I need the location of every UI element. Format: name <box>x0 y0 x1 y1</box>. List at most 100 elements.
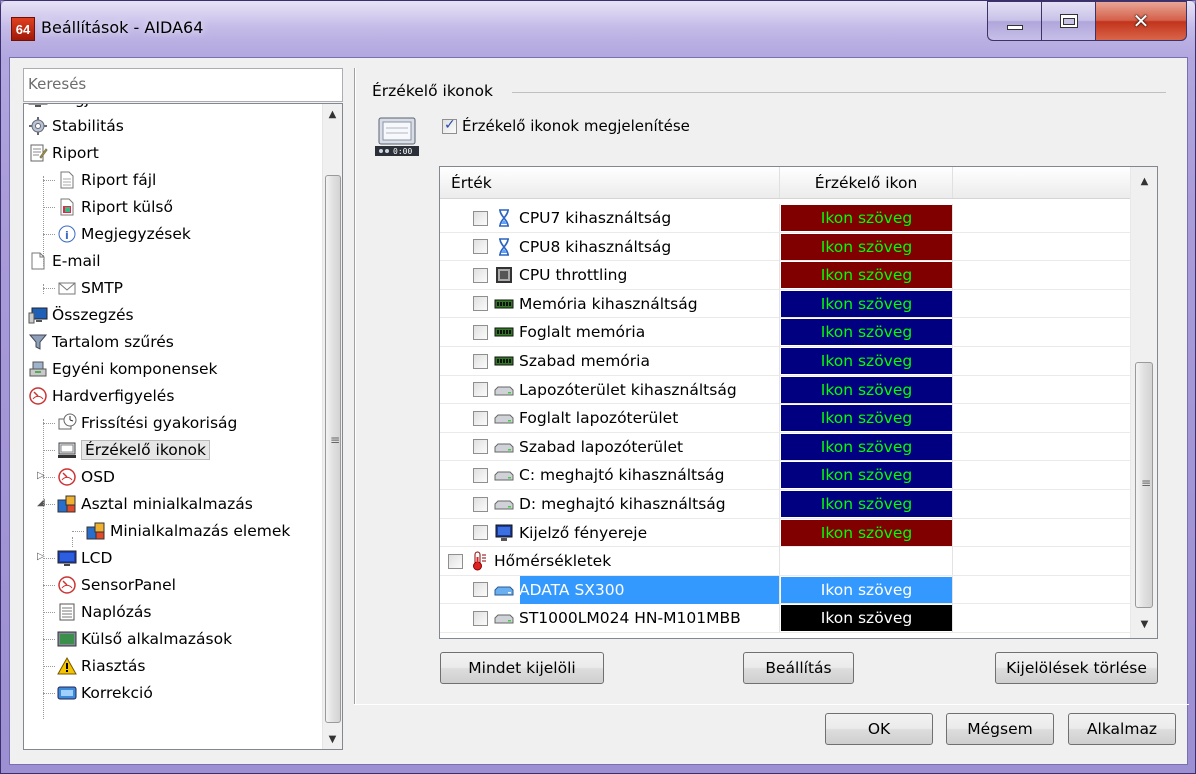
sensor-row[interactable]: Kijelző fényereje Ikon szöveg <box>440 518 1130 548</box>
tree-item-12[interactable]: Hardverfigyelés <box>28 384 174 408</box>
row-checkbox[interactable] <box>473 353 488 369</box>
row-checkbox[interactable] <box>473 382 488 398</box>
tree-item-18[interactable]: LCD <box>57 546 112 570</box>
close-button[interactable]: ✕ <box>1095 1 1187 41</box>
tree-item-15[interactable]: OSD <box>57 465 115 489</box>
sensor-icon-preview[interactable]: Ikon szöveg <box>781 290 952 317</box>
sensor-row[interactable]: CPU8 kihasználtság Ikon szöveg <box>440 232 1130 262</box>
grid-scroll-thumb[interactable]: ≡ <box>1135 362 1153 608</box>
tree-item-8[interactable]: SMTP <box>57 276 123 300</box>
cancel-button[interactable]: Mégsem <box>946 713 1054 745</box>
sensor-row[interactable]: D: meghajtó kihasználtság Ikon szöveg <box>440 490 1130 519</box>
tree-item-1[interactable]: Megjelenés <box>28 104 140 111</box>
sensor-icon-preview[interactable]: Ikon szöveg <box>781 462 952 489</box>
show-sensor-icons-checkbox[interactable]: Érzékelő ikonok megjelenítése <box>442 117 690 135</box>
settings-tree: ▲ ≡ ▼ Megjelenés Stabilitás Riport Riport f… <box>23 103 343 750</box>
sensor-row[interactable]: Foglalt memória Ikon szöveg <box>440 318 1130 347</box>
column-header-value[interactable]: Érték <box>440 167 780 198</box>
column-header-sensor-icon[interactable]: Érzékelő ikon <box>780 167 953 198</box>
tree-item-label: Stabilitás <box>52 117 124 135</box>
row-checkbox[interactable] <box>473 467 488 483</box>
sensor-row[interactable]: Lapozóterület kihasználtság Ikon szöveg <box>440 375 1130 405</box>
tree-item-7[interactable]: E-mail <box>28 249 101 273</box>
sensor-icon-preview[interactable]: Ikon szöveg <box>781 433 952 460</box>
row-checkbox[interactable] <box>473 239 488 255</box>
scroll-up-icon[interactable]: ▲ <box>323 104 342 124</box>
row-checkbox[interactable] <box>448 553 463 569</box>
sensor-icon-preview[interactable]: Ikon szöveg <box>781 233 952 260</box>
row-checkbox[interactable] <box>473 324 488 340</box>
ok-button[interactable]: OK <box>825 713 933 745</box>
tree-item-23[interactable]: Korrekció <box>57 681 153 705</box>
tree-item-2[interactable]: Stabilitás <box>28 114 124 138</box>
scroll-down-icon[interactable]: ▼ <box>323 729 342 749</box>
sensor-icon-preview[interactable]: Ikon szöveg <box>781 262 952 289</box>
sensor-icon-preview[interactable]: Ikon szöveg <box>781 605 952 632</box>
row-label: CPU throttling <box>519 266 628 285</box>
show-sensor-icons-check[interactable] <box>442 117 457 134</box>
row-checkbox[interactable] <box>473 210 488 226</box>
tree-item-label: OSD <box>81 468 115 486</box>
row-checkbox[interactable] <box>473 610 488 626</box>
sensor-icon-preview[interactable]: Ikon szöveg <box>781 491 952 517</box>
tree-item-22[interactable]: Riasztás <box>57 654 145 678</box>
sensor-row[interactable]: CPU throttling Ikon szöveg <box>440 261 1130 290</box>
tree-item-5[interactable]: Riport külső <box>57 195 173 219</box>
tree-item-11[interactable]: Egyéni komponensek <box>28 357 218 381</box>
tree-item-17[interactable]: Minialkalmazás elemek <box>86 519 290 543</box>
sensor-row[interactable]: Szabad lapozóterület Ikon szöveg <box>440 432 1130 462</box>
tree-scroll-thumb[interactable]: ≡ <box>325 175 341 723</box>
sensor-row[interactable]: Foglalt lapozóterület Ikon szöveg <box>440 404 1130 433</box>
grid-scroll-up-icon[interactable]: ▲ <box>1135 171 1154 191</box>
tree-item-10[interactable]: Tartalom szűrés <box>28 330 174 354</box>
tree-item-6[interactable]: i Megjegyzések <box>57 222 191 246</box>
tree-item-19[interactable]: SensorPanel <box>57 573 176 597</box>
grid-scrollbar[interactable]: ▲ ≡ ▼ <box>1130 167 1157 638</box>
tree-item-label: Összegzés <box>52 306 134 324</box>
tree-item-13[interactable]: Frissítési gyakoriság <box>57 411 237 435</box>
tree-item-9[interactable]: Összegzés <box>28 303 134 327</box>
sensor-row[interactable]: ST1000LM024 HN-M101MBB Ikon szöveg <box>440 604 1130 633</box>
sensor-icon-preview[interactable]: Ikon szöveg <box>781 348 952 374</box>
row-checkbox[interactable] <box>473 525 488 541</box>
select-all-button[interactable]: Mindet kijelöli <box>440 652 604 684</box>
tree-item-4[interactable]: Riport fájl <box>57 168 156 192</box>
sensor-icon-preview[interactable]: Ikon szöveg <box>781 405 952 432</box>
tree-item-3[interactable]: Riport <box>28 141 99 165</box>
grid-scroll-down-icon[interactable]: ▼ <box>1135 614 1154 634</box>
sensor-row[interactable]: Memória kihasználtság Ikon szöveg <box>440 289 1130 319</box>
row-label: CPU7 kihasználtság <box>519 209 672 227</box>
row-checkbox[interactable] <box>473 410 488 426</box>
sensor-row[interactable]: Szabad memória Ikon szöveg <box>440 347 1130 376</box>
tree-item-21[interactable]: Külső alkalmazások <box>57 627 232 651</box>
settings-button[interactable]: Beállítás <box>743 652 854 684</box>
maximize-button[interactable] <box>1041 1 1095 41</box>
tree-item-14[interactable]: Érzékelő ikonok <box>57 438 211 462</box>
sensor-icon-preview[interactable]: Ikon szöveg <box>781 519 952 546</box>
row-checkbox[interactable] <box>473 439 488 455</box>
row-checkbox[interactable] <box>473 267 488 283</box>
sensor-row[interactable]: ADATA SX300 Ikon szöveg <box>440 575 1130 605</box>
minimize-button[interactable] <box>987 1 1041 41</box>
row-checkbox[interactable] <box>473 496 488 512</box>
row-name-cell: CPU throttling <box>473 261 627 289</box>
search-input[interactable]: Keresés <box>23 68 343 102</box>
sensor-icon-preview[interactable]: Ikon szöveg <box>781 376 952 403</box>
tree-item-16[interactable]: Asztal minialkalmazás <box>57 492 253 516</box>
apply-button[interactable]: Alkalmaz <box>1068 713 1176 745</box>
sensor-row[interactable]: C: meghajtó kihasználtság Ikon szöveg <box>440 461 1130 490</box>
tree-item-20[interactable]: Naplózás <box>57 600 151 624</box>
group-row[interactable]: Hőmérsékletek <box>440 547 1130 576</box>
sensor-icon-preview[interactable]: Ikon szöveg <box>781 576 952 603</box>
clear-selection-button[interactable]: Kijelölések törlése <box>995 652 1158 684</box>
sensor-icon-preview[interactable]: Ikon szöveg <box>781 319 952 346</box>
tree-connector <box>43 693 55 694</box>
row-checkbox[interactable] <box>473 582 488 598</box>
sensor-icon-preview[interactable]: Ikon szöveg <box>781 205 952 231</box>
row-checkbox[interactable] <box>473 296 488 312</box>
row-label: Szabad lapozóterület <box>519 437 684 456</box>
show-sensor-icons-label: Érzékelő ikonok megjelenítése <box>462 117 690 135</box>
title-bar[interactable]: 64 Beállítások - AIDA64 ✕ <box>1 1 1195 57</box>
sensor-row[interactable]: CPU7 kihasználtság Ikon szöveg <box>440 204 1130 233</box>
tree-scrollbar[interactable]: ▲ ≡ ▼ <box>322 104 342 749</box>
